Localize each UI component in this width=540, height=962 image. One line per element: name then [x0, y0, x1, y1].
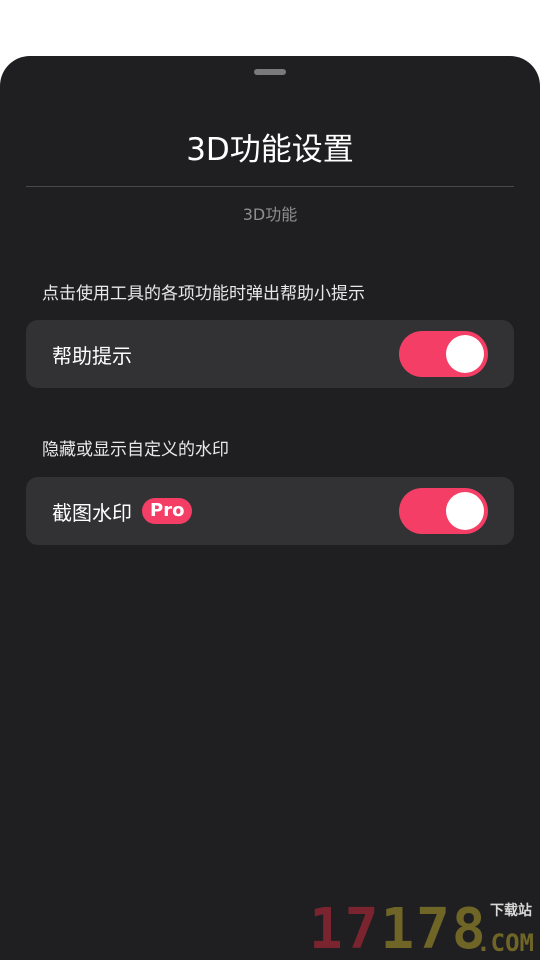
- drag-handle[interactable]: [254, 69, 286, 75]
- sheet-title: 3D功能设置: [186, 132, 354, 168]
- toggle-knob: [446, 335, 484, 373]
- help-tips-card: 帮助提示: [26, 320, 514, 388]
- section-subtitle: 3D功能: [242, 205, 298, 224]
- title-divider: [26, 186, 514, 187]
- screenshot-watermark-label: 截图水印: [52, 500, 132, 525]
- watermark-download-text: 下载站: [490, 903, 532, 919]
- help-tips-label-wrap: 帮助提示: [52, 320, 132, 388]
- site-watermark-logo: 17178 下载站 .COM: [309, 898, 534, 958]
- watermark-description: 隐藏或显示自定义的水印: [42, 440, 229, 460]
- pro-badge: Pro: [142, 498, 193, 524]
- watermark-number-olive: 178: [380, 897, 488, 962]
- screenshot-watermark-label-wrap: 截图水印 Pro: [52, 477, 193, 545]
- toggle-knob: [446, 492, 484, 530]
- help-tips-toggle[interactable]: [399, 331, 488, 377]
- help-tips-description: 点击使用工具的各项功能时弹出帮助小提示: [42, 284, 365, 304]
- screenshot-watermark-card: 截图水印 Pro: [26, 477, 514, 545]
- watermark-number: 17178: [309, 902, 488, 958]
- watermark-com-text: .COM: [476, 929, 534, 957]
- screenshot-watermark-toggle[interactable]: [399, 488, 488, 534]
- bottom-sheet: 3D功能设置 3D功能 点击使用工具的各项功能时弹出帮助小提示 帮助提示 隐藏或…: [0, 56, 540, 960]
- watermark-number-red: 17: [309, 897, 381, 962]
- help-tips-label: 帮助提示: [52, 343, 132, 368]
